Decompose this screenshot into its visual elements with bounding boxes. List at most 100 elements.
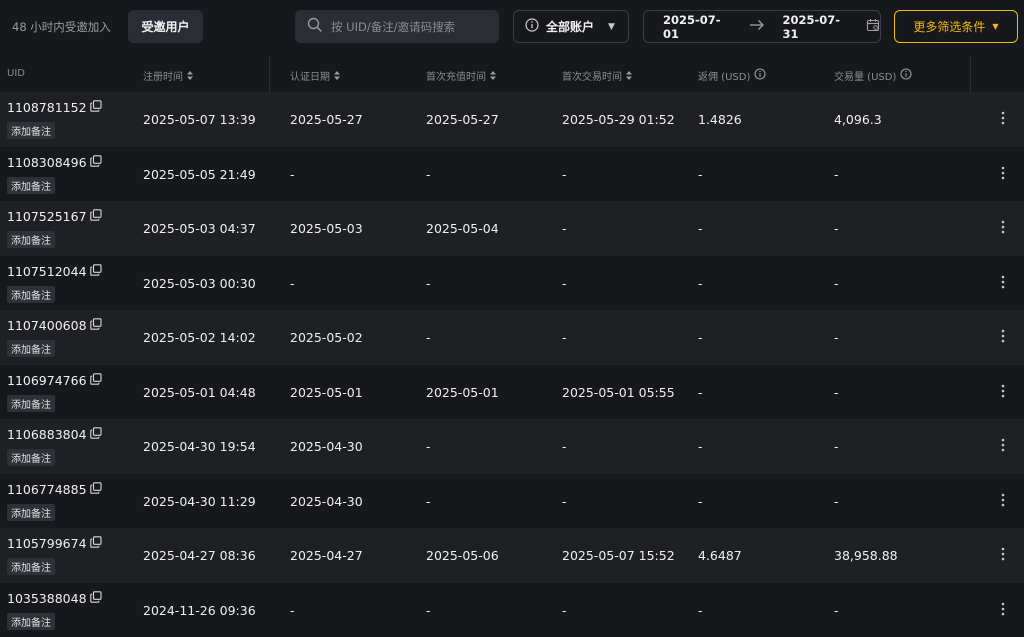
uid-value: 1106974766 — [7, 373, 87, 388]
first-deposit-cell: - — [426, 330, 431, 345]
table-row: 1108781152 添加备注 2025-05-07 13:39 2025-05… — [0, 92, 1024, 147]
calendar-icon[interactable] — [866, 18, 880, 35]
date-from[interactable]: 2025-07-01 — [663, 13, 731, 41]
more-vertical-icon[interactable] — [998, 436, 1008, 456]
more-vertical-icon[interactable] — [998, 164, 1008, 184]
tab-invited-users[interactable]: 受邀用户 — [128, 10, 203, 43]
add-note-button[interactable]: 添加备注 — [7, 286, 55, 303]
invited-users-table: UID 注册时间 认证日期 首次充值时间 首次交易时间 返佣 (USD) 交易量… — [0, 56, 1024, 627]
copy-icon[interactable] — [90, 264, 102, 279]
header-first-trade-label: 首次交易时间 — [562, 68, 622, 83]
header-volume-label: 交易量 (USD) — [834, 68, 896, 83]
copy-icon[interactable] — [90, 318, 102, 333]
first-deposit-cell: 2025-05-01 — [426, 385, 499, 400]
register-time-cell: 2025-04-30 11:29 — [143, 494, 256, 509]
arrow-right-icon — [749, 19, 765, 34]
first-trade-cell: 2025-05-29 01:52 — [562, 112, 675, 127]
uid-value: 1108781152 — [7, 100, 87, 115]
header-register-time[interactable]: 注册时间 — [143, 68, 193, 83]
uid-cell: 1107525167 — [7, 209, 102, 224]
date-range-picker[interactable]: 2025-07-01 2025-07-31 — [643, 10, 881, 43]
sort-icon[interactable] — [490, 71, 496, 81]
account-select[interactable]: 全部账户 ▼ — [513, 10, 629, 43]
table-row: 1107512044 添加备注 2025-05-03 00:30 - - - -… — [0, 256, 1024, 311]
more-vertical-icon[interactable] — [998, 491, 1008, 511]
add-note-button[interactable]: 添加备注 — [7, 177, 55, 194]
add-note-button[interactable]: 添加备注 — [7, 231, 55, 248]
verify-date-cell: 2025-04-30 — [290, 439, 363, 454]
info-icon[interactable] — [900, 68, 912, 83]
copy-icon[interactable] — [90, 155, 102, 170]
sort-icon[interactable] — [187, 71, 193, 81]
volume-cell: - — [834, 167, 839, 182]
tab-recent-invites[interactable]: 48 小时内受邀加入 — [12, 19, 111, 35]
uid-cell: 1107400608 — [7, 318, 102, 333]
copy-icon[interactable] — [90, 482, 102, 497]
copy-icon[interactable] — [90, 373, 102, 388]
first-trade-cell: - — [562, 603, 567, 618]
copy-icon[interactable] — [90, 591, 102, 606]
first-trade-cell: - — [562, 494, 567, 509]
add-note-button[interactable]: 添加备注 — [7, 449, 55, 466]
volume-cell: - — [834, 221, 839, 236]
volume-cell: 38,958.88 — [834, 548, 898, 563]
table-row: 1106883804 添加备注 2025-04-30 19:54 2025-04… — [0, 419, 1024, 474]
header-first-deposit[interactable]: 首次充值时间 — [426, 68, 496, 83]
first-deposit-cell: - — [426, 494, 431, 509]
date-to[interactable]: 2025-07-31 — [783, 13, 851, 41]
rebate-cell: - — [698, 330, 703, 345]
first-trade-cell: 2025-05-01 05:55 — [562, 385, 675, 400]
sort-icon[interactable] — [334, 71, 340, 81]
uid-cell: 1106883804 — [7, 427, 102, 442]
first-deposit-cell: 2025-05-27 — [426, 112, 499, 127]
uid-value: 1108308496 — [7, 155, 87, 170]
uid-value: 1035388048 — [7, 591, 87, 606]
more-vertical-icon[interactable] — [998, 327, 1008, 347]
search-input[interactable] — [329, 19, 493, 35]
verify-date-cell: 2025-05-01 — [290, 385, 363, 400]
more-vertical-icon[interactable] — [998, 109, 1008, 129]
more-vertical-icon[interactable] — [998, 273, 1008, 293]
sort-icon[interactable] — [626, 71, 632, 81]
add-note-button[interactable]: 添加备注 — [7, 122, 55, 139]
more-vertical-icon[interactable] — [998, 382, 1008, 402]
search-box[interactable] — [295, 10, 499, 43]
more-filters-button[interactable]: 更多筛选条件 ▼ — [894, 10, 1018, 43]
volume-cell: - — [834, 330, 839, 345]
table-row: 1105799674 添加备注 2025-04-27 08:36 2025-04… — [0, 528, 1024, 583]
first-deposit-cell: - — [426, 167, 431, 182]
add-note-button[interactable]: 添加备注 — [7, 504, 55, 521]
rebate-cell: - — [698, 385, 703, 400]
volume-cell: - — [834, 439, 839, 454]
top-toolbar: 48 小时内受邀加入 受邀用户 全部账户 ▼ 2025-07-01 2025-0… — [0, 0, 1024, 54]
table-row: 1107400608 添加备注 2025-05-02 14:02 2025-05… — [0, 310, 1024, 365]
register-time-cell: 2025-05-03 00:30 — [143, 276, 256, 291]
copy-icon[interactable] — [90, 100, 102, 115]
more-vertical-icon[interactable] — [998, 218, 1008, 238]
add-note-button[interactable]: 添加备注 — [7, 340, 55, 357]
info-icon — [525, 18, 539, 35]
volume-cell: - — [834, 385, 839, 400]
add-note-button[interactable]: 添加备注 — [7, 558, 55, 575]
volume-cell: - — [834, 494, 839, 509]
first-deposit-cell: 2025-05-06 — [426, 548, 499, 563]
header-register-time-label: 注册时间 — [143, 68, 183, 83]
header-first-deposit-label: 首次充值时间 — [426, 68, 486, 83]
register-time-cell: 2025-05-03 04:37 — [143, 221, 256, 236]
header-verify-date[interactable]: 认证日期 — [290, 68, 340, 83]
uid-value: 1107512044 — [7, 264, 87, 279]
copy-icon[interactable] — [90, 427, 102, 442]
uid-value: 1106883804 — [7, 427, 87, 442]
copy-icon[interactable] — [90, 209, 102, 224]
copy-icon[interactable] — [90, 536, 102, 551]
header-first-trade[interactable]: 首次交易时间 — [562, 68, 632, 83]
table-header: UID 注册时间 认证日期 首次充值时间 首次交易时间 返佣 (USD) 交易量… — [0, 56, 1024, 92]
header-verify-date-label: 认证日期 — [290, 68, 330, 83]
add-note-button[interactable]: 添加备注 — [7, 395, 55, 412]
more-vertical-icon[interactable] — [998, 600, 1008, 620]
register-time-cell: 2025-04-30 19:54 — [143, 439, 256, 454]
info-icon[interactable] — [754, 68, 766, 83]
more-vertical-icon[interactable] — [998, 545, 1008, 565]
rebate-cell: - — [698, 494, 703, 509]
register-time-cell: 2025-04-27 08:36 — [143, 548, 256, 563]
